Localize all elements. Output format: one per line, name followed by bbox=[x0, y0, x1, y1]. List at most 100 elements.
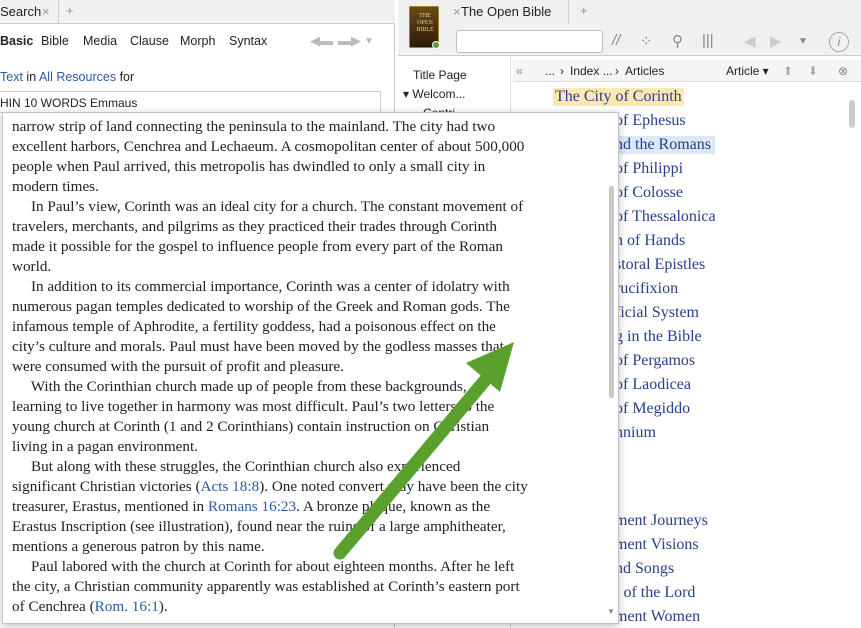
search-type-morph[interactable]: Morph bbox=[180, 34, 215, 48]
article-line: living in a pagan environment. bbox=[12, 438, 199, 455]
article-item[interactable]: g in the Bible bbox=[615, 328, 702, 346]
article-line: narrow strip of land connecting the peni… bbox=[12, 118, 496, 135]
article-popup: narrow strip of land connecting the peni… bbox=[2, 112, 619, 624]
article-line: people when Paul arrived, this metropoli… bbox=[12, 158, 486, 175]
up-arrow-icon[interactable]: ⬆ bbox=[783, 64, 793, 78]
scope-in-label: in bbox=[26, 70, 37, 84]
article-line: made it possible for the gospel to influ… bbox=[12, 238, 503, 255]
open-bible-tab[interactable]: The Open Bible bbox=[461, 4, 551, 19]
article-item[interactable]: ment Women bbox=[615, 608, 700, 626]
article-item[interactable]: ment Journeys bbox=[615, 512, 708, 530]
scope-text-link[interactable]: Text bbox=[0, 70, 23, 84]
search-tab[interactable]: Search bbox=[0, 4, 41, 19]
scrollbar-thumb[interactable] bbox=[849, 100, 855, 128]
scope-resources-link[interactable]: All Resources bbox=[39, 70, 116, 84]
article-line: city’s culture and morals. Paul must hav… bbox=[12, 338, 504, 355]
scripture-link[interactable]: Acts 18:8 bbox=[201, 478, 260, 495]
article-item[interactable]: The City of Corinth bbox=[553, 88, 684, 106]
article-item[interactable]: of Megiddo bbox=[615, 400, 690, 418]
columns-icon[interactable]: ||| bbox=[702, 32, 714, 49]
article-item[interactable]: of Laodicea bbox=[615, 376, 691, 394]
article-line: learning to live together in harmony was… bbox=[12, 398, 495, 415]
scripture-link[interactable]: Rom. 16:1 bbox=[95, 598, 159, 615]
article-item[interactable]: of Pergamos bbox=[615, 352, 695, 370]
add-tab-icon[interactable]: + bbox=[580, 3, 588, 18]
search-type-basic[interactable]: Basic bbox=[0, 34, 33, 48]
article-line: In addition to its commercial importance… bbox=[12, 278, 510, 295]
sync-status-icon bbox=[432, 41, 440, 49]
article-line: world. bbox=[12, 258, 52, 275]
breadcrumb-current[interactable]: Articles bbox=[625, 64, 664, 78]
article-line: But along with these struggles, the Cori… bbox=[12, 458, 461, 475]
search-tab-bar: Search × + bbox=[0, 0, 395, 24]
article-line: treasurer, Erastus, mentioned in Romans … bbox=[12, 497, 602, 517]
article-item[interactable]: rucifixion bbox=[615, 280, 678, 298]
tab-divider bbox=[568, 0, 569, 24]
breadcrumb-ellipsis[interactable]: ... bbox=[545, 64, 555, 78]
article-item[interactable]: storal Epistles bbox=[615, 256, 705, 274]
chevron-down-icon[interactable]: ▼ bbox=[364, 36, 374, 47]
article-line: infamous temple of Aphrodite, a fertilit… bbox=[12, 318, 496, 335]
article-line: significant Christian victories (Acts 18… bbox=[12, 477, 602, 497]
scroll-down-icon[interactable]: ▼ bbox=[607, 607, 615, 616]
breadcrumb-separator: › bbox=[560, 64, 564, 78]
article-line: young church at Corinth (1 and 2 Corinth… bbox=[12, 418, 490, 435]
article-item[interactable]: l of the Lord bbox=[615, 584, 695, 602]
article-item[interactable]: nd Songs bbox=[615, 560, 674, 578]
toc-item[interactable]: ▾ Welcom... bbox=[403, 87, 465, 101]
article-text: of Cenchrea ( bbox=[12, 598, 95, 615]
article-line: Paul labored with the church at Corinth … bbox=[12, 558, 515, 575]
article-item[interactable]: of Colosse bbox=[615, 184, 683, 202]
search-type-clause[interactable]: Clause bbox=[130, 34, 169, 48]
article-text: ). One noted convert may have been the c… bbox=[259, 478, 528, 495]
scripture-link[interactable]: Romans 16:23 bbox=[208, 498, 296, 515]
back-icon[interactable]: ◀ bbox=[744, 32, 756, 50]
article-item[interactable]: of Thessalonica bbox=[615, 208, 716, 226]
article-text: . A bronze plaque, known as the bbox=[296, 498, 491, 515]
article-text: treasurer, Erastus, mentioned in bbox=[12, 498, 208, 515]
toc-item[interactable]: Title Page bbox=[413, 68, 467, 82]
article-item[interactable]: of Ephesus bbox=[615, 112, 686, 130]
close-tab-icon[interactable]: × bbox=[42, 4, 50, 19]
article-text: significant Christian victories ( bbox=[12, 478, 201, 495]
search-type-bible[interactable]: Bible bbox=[41, 34, 69, 48]
visual-filter-icon[interactable]: ⁘ bbox=[640, 32, 653, 50]
close-tab-icon[interactable]: × bbox=[453, 4, 461, 19]
parallel-icon[interactable]: // bbox=[612, 32, 620, 49]
book-cover-icon[interactable]: THE OPEN BIBLE bbox=[409, 6, 440, 49]
back-icon[interactable]: ◀▬ bbox=[310, 33, 333, 49]
chevron-down-icon[interactable]: ▼ bbox=[798, 36, 808, 47]
book-cover-title: THE OPEN BIBLE bbox=[416, 13, 434, 33]
article-item[interactable]: n of Hands bbox=[615, 232, 685, 250]
article-item[interactable]: ficial System bbox=[615, 304, 699, 322]
search-input[interactable]: HIN 10 WORDS Emmaus bbox=[0, 91, 381, 113]
article-line: mentions a generous patron by this name. bbox=[12, 538, 265, 555]
add-tab-icon[interactable]: + bbox=[66, 3, 74, 18]
close-icon[interactable]: ⊗ bbox=[838, 64, 848, 78]
search-type-syntax[interactable]: Syntax bbox=[229, 34, 267, 48]
down-arrow-icon[interactable]: ⬇ bbox=[808, 64, 818, 78]
article-line: travelers, merchants, and pilgrims as th… bbox=[12, 218, 498, 235]
forward-icon[interactable]: ▬▶ bbox=[338, 33, 361, 49]
article-line: In Paul’s view, Corinth was an ideal cit… bbox=[12, 198, 524, 215]
breadcrumb-separator: › bbox=[615, 64, 619, 78]
breadcrumb: « ... › Index ... › Articles Article ▾ ⬆… bbox=[513, 60, 861, 82]
article-dropdown[interactable]: Article ▾ bbox=[726, 64, 769, 78]
search-type-media[interactable]: Media bbox=[83, 34, 117, 48]
info-icon[interactable]: i bbox=[829, 32, 849, 52]
article-line: With the Corinthian church made up of pe… bbox=[12, 378, 467, 395]
search-icon[interactable]: ⚲ bbox=[672, 32, 683, 50]
article-item[interactable]: nd the Romans bbox=[615, 136, 715, 154]
resource-search-input[interactable] bbox=[456, 30, 603, 53]
breadcrumb-index[interactable]: Index ... bbox=[570, 64, 613, 78]
article-line: numerous pagan temples dedicated to wors… bbox=[12, 298, 510, 315]
forward-icon[interactable]: ▶ bbox=[770, 32, 782, 50]
collapse-icon[interactable]: « bbox=[516, 64, 523, 78]
tab-divider bbox=[58, 0, 59, 24]
article-item[interactable]: ment Visions bbox=[615, 536, 699, 554]
article-line: the city, a Christian community apparent… bbox=[12, 578, 520, 595]
popup-scrollbar-thumb[interactable] bbox=[609, 186, 614, 398]
article-item[interactable]: of Philippi bbox=[615, 160, 683, 178]
article-line: of Cenchrea (Rom. 16:1). bbox=[12, 597, 602, 617]
article-item[interactable]: nnium bbox=[615, 424, 656, 442]
